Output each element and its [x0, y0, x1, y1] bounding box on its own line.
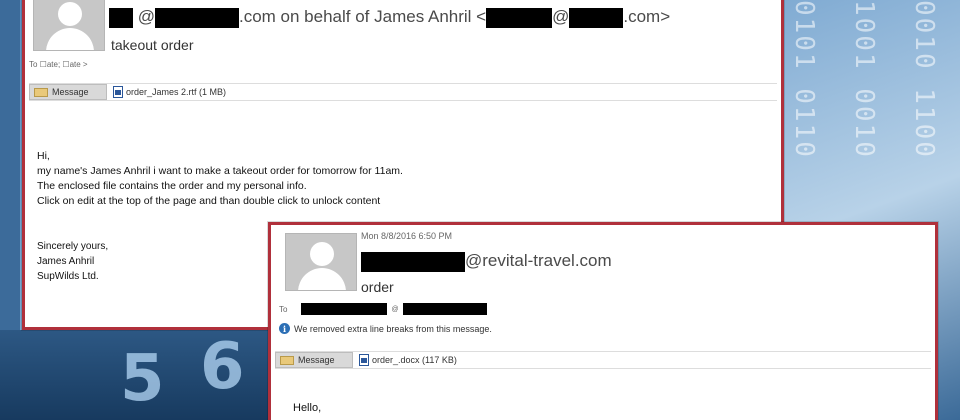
info-icon: i: [279, 323, 290, 334]
background-dark-panel: 5 6: [0, 330, 270, 420]
email-signature: Sincerely yours, James Anhril SupWilds L…: [37, 241, 109, 282]
redaction-bar: [486, 7, 553, 28]
email-window-order: Mon 8/8/2016 6:50 PM @revital-travel.com…: [268, 222, 938, 420]
message-tab-button[interactable]: Message: [275, 352, 353, 368]
email-body: Hello,: [293, 402, 322, 414]
info-notice: i We removed extra line breaks from this…: [279, 323, 492, 334]
document-icon: [359, 354, 369, 366]
document-icon: [113, 86, 123, 98]
sender-avatar: [33, 0, 105, 51]
to-line: To ☐ate; ☐ate >: [29, 60, 88, 69]
redaction-bar: [301, 303, 388, 315]
background-digit-six: 6: [200, 330, 245, 404]
email-subject: order: [361, 279, 394, 295]
to-line: To @: [279, 303, 487, 315]
attachment-bar: Message order_.docx (117 KB): [275, 351, 931, 369]
envelope-icon: [280, 355, 294, 365]
sender-avatar: [285, 233, 357, 291]
redaction-bar: [361, 251, 465, 272]
attachment-file[interactable]: order_James 2.rtf (1 MB): [113, 86, 226, 98]
sender-line: @revital-travel.com: [361, 251, 612, 272]
redaction-bar: [402, 303, 487, 315]
attachment-file[interactable]: order_.docx (117 KB): [359, 354, 457, 366]
background-digit-five: 5: [120, 342, 165, 416]
email-subject: takeout order: [111, 37, 194, 53]
attachment-bar: Message order_James 2.rtf (1 MB): [29, 83, 777, 101]
redaction-bar: [569, 7, 624, 28]
email-date: Mon 8/8/2016 6:50 PM: [361, 231, 453, 241]
email-body: Hi, my name's James Anhril i want to mak…: [37, 150, 403, 207]
sender-line: @ .com on behalf of James Anhril < @ .com>: [109, 7, 670, 28]
message-tab-button[interactable]: Message: [29, 84, 107, 100]
envelope-icon: [34, 87, 48, 97]
redaction-bar: [109, 7, 133, 28]
redaction-bar: [154, 7, 239, 28]
